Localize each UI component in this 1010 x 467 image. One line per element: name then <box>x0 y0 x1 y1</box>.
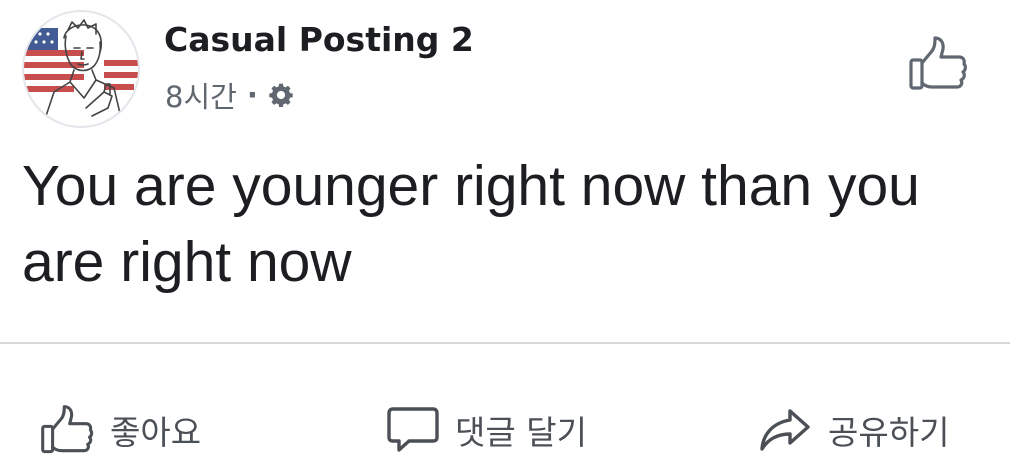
post-text: You are younger right now than you are r… <box>22 154 920 294</box>
meta-separator: · <box>246 78 258 112</box>
like-label: 좋아요 <box>110 413 202 452</box>
like-button[interactable]: 좋아요 <box>40 395 201 465</box>
comment-button[interactable]: 댓글 달기 <box>387 395 587 465</box>
post-meta: 8시간 · <box>165 76 294 114</box>
avatar[interactable] <box>22 10 140 128</box>
share-button[interactable]: 공유하기 <box>758 395 949 465</box>
thumbs-up-icon[interactable] <box>908 34 968 94</box>
share-label: 공유하기 <box>828 413 950 452</box>
facebook-post: Casual Posting 2 8시간 · You are younger r… <box>0 0 1010 467</box>
divider <box>0 342 1010 344</box>
post-author-name[interactable]: Casual Posting 2 <box>164 20 474 59</box>
gear-icon[interactable] <box>268 82 294 108</box>
thumbs-up-icon <box>40 403 94 457</box>
post-timestamp[interactable]: 8시간 <box>165 74 237 116</box>
avatar-image <box>24 19 138 123</box>
post-actions-bar: 좋아요 댓글 달기 공유하기 <box>0 395 1010 465</box>
comment-label: 댓글 달기 <box>455 413 587 452</box>
comment-bubble-icon <box>387 405 439 455</box>
share-arrow-icon <box>758 405 812 455</box>
